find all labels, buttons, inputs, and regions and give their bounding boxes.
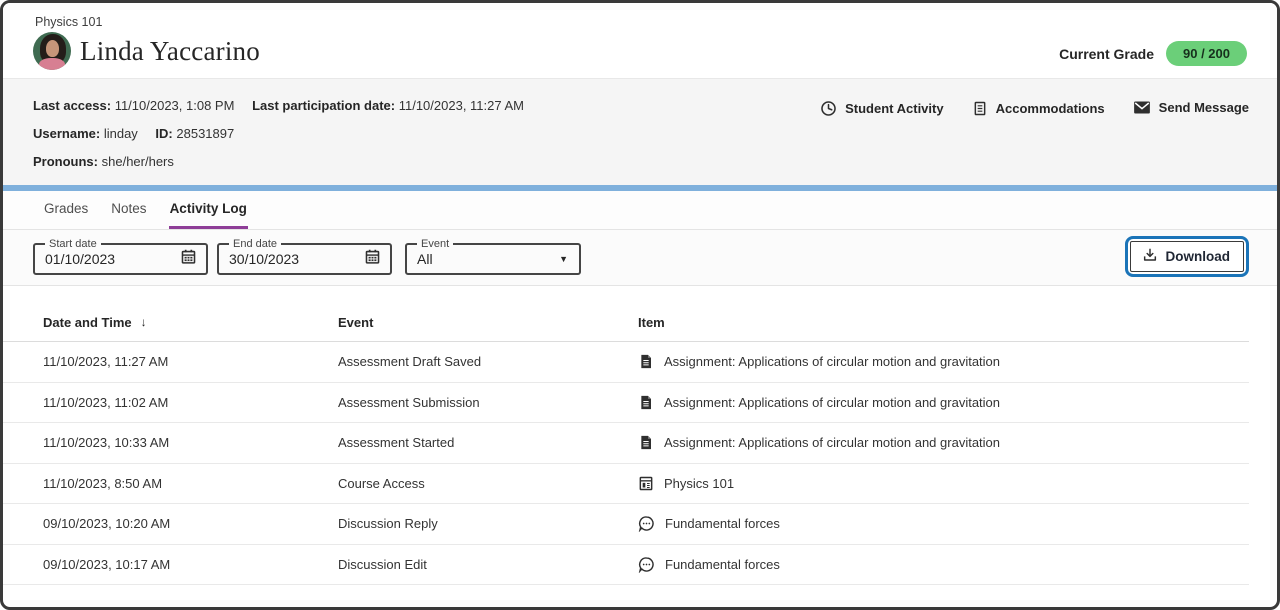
row-event: Discussion Edit: [338, 557, 638, 572]
accommodations-button[interactable]: Accommodations: [972, 100, 1105, 117]
page-title: Linda Yaccarino: [80, 36, 260, 67]
id-label: ID:: [155, 126, 172, 141]
student-identity: Physics 101 Linda Yaccarino: [33, 15, 260, 70]
student-detail-window: Physics 101 Linda Yaccarino Current Grad…: [0, 0, 1280, 610]
accommodations-label: Accommodations: [996, 101, 1105, 116]
send-message-button[interactable]: Send Message: [1133, 100, 1249, 115]
row-item-label: Fundamental forces: [665, 557, 780, 572]
table-row: 09/10/2023, 10:17 AM Discussion Edit Fun…: [3, 545, 1249, 586]
table-row: 11/10/2023, 11:02 AM Assessment Submissi…: [3, 383, 1249, 424]
row-item[interactable]: Assignment: Applications of circular mot…: [638, 434, 1249, 451]
pronouns-label: Pronouns:: [33, 154, 98, 169]
row-item[interactable]: Assignment: Applications of circular mot…: [638, 394, 1249, 411]
end-date-field[interactable]: End date 30/10/2023: [217, 239, 392, 275]
row-event: Discussion Reply: [338, 516, 638, 531]
row-event: Course Access: [338, 476, 638, 491]
row-item[interactable]: Physics 101: [638, 475, 1249, 492]
end-date-label: End date: [229, 239, 281, 250]
action-links: Student Activity Accommodations Send Mes…: [820, 98, 1249, 169]
send-message-label: Send Message: [1159, 100, 1249, 115]
event-select-label: Event: [417, 239, 453, 250]
row-item-label: Assignment: Applications of circular mot…: [664, 395, 1000, 410]
tab-grades[interactable]: Grades: [43, 191, 89, 229]
last-participation-label: Last participation date:: [252, 98, 395, 113]
student-details: Last access: 11/10/2023, 1:08 PM Last pa…: [33, 98, 538, 169]
row-datetime: 11/10/2023, 11:02 AM: [43, 395, 338, 410]
avatar[interactable]: [33, 32, 71, 70]
download-label: Download: [1166, 249, 1231, 264]
current-grade-label: Current Grade: [1059, 46, 1154, 62]
row-datetime: 11/10/2023, 10:33 AM: [43, 435, 338, 450]
student-info-bar: Last access: 11/10/2023, 1:08 PM Last pa…: [3, 78, 1277, 185]
table-body: 11/10/2023, 11:27 AM Assessment Draft Sa…: [3, 342, 1249, 585]
username-value: linday: [104, 126, 138, 141]
table-row: 11/10/2023, 10:33 AM Assessment Started …: [3, 423, 1249, 464]
download-highlight-annotation: Download: [1125, 236, 1250, 277]
last-access-value: 11/10/2023, 1:08 PM: [115, 98, 235, 113]
table-row: 09/10/2023, 10:20 AM Discussion Reply Fu…: [3, 504, 1249, 545]
sort-descending-icon[interactable]: ↓: [141, 315, 147, 329]
event-select[interactable]: Event All ▼: [405, 239, 581, 275]
row-datetime: 11/10/2023, 11:27 AM: [43, 354, 338, 369]
row-datetime: 11/10/2023, 8:50 AM: [43, 476, 338, 491]
end-date-value[interactable]: 30/10/2023: [229, 251, 299, 267]
table-header-row: Date and Time ↓ Event Item: [3, 303, 1249, 342]
row-item-label: Assignment: Applications of circular mot…: [664, 354, 1000, 369]
row-event: Assessment Draft Saved: [338, 354, 638, 369]
assignment-icon: [638, 394, 654, 411]
envelope-icon: [1133, 100, 1151, 115]
download-icon: [1142, 247, 1158, 266]
assignment-icon: [638, 434, 654, 451]
row-item-label: Physics 101: [664, 476, 734, 491]
calendar-icon[interactable]: [364, 248, 381, 270]
course-icon: [638, 475, 654, 492]
document-icon: [972, 100, 988, 117]
student-activity-button[interactable]: Student Activity: [820, 100, 943, 117]
start-date-label: Start date: [45, 239, 101, 250]
column-header-date-time[interactable]: Date and Time ↓: [43, 315, 338, 330]
row-item[interactable]: Fundamental forces: [638, 556, 1249, 573]
row-item[interactable]: Assignment: Applications of circular mot…: [638, 353, 1249, 370]
table-row: 11/10/2023, 11:27 AM Assessment Draft Sa…: [3, 342, 1249, 383]
row-event: Assessment Started: [338, 435, 638, 450]
last-participation-value: 11/10/2023, 11:27 AM: [399, 98, 524, 113]
event-select-value[interactable]: All: [417, 251, 433, 267]
row-item-label: Fundamental forces: [665, 516, 780, 531]
discussion-icon: [638, 515, 655, 532]
course-label: Physics 101: [35, 15, 260, 29]
row-event: Assessment Submission: [338, 395, 638, 410]
pronouns-value: she/her/hers: [102, 154, 174, 169]
grade-badge[interactable]: 90 / 200: [1166, 41, 1247, 66]
last-access-label: Last access:: [33, 98, 111, 113]
discussion-icon: [638, 556, 655, 573]
username-label: Username:: [33, 126, 100, 141]
filter-bar: Start date 01/10/2023 End date 30/10/202…: [3, 229, 1277, 286]
student-activity-label: Student Activity: [845, 101, 943, 116]
row-datetime: 09/10/2023, 10:20 AM: [43, 516, 338, 531]
row-datetime: 09/10/2023, 10:17 AM: [43, 557, 338, 572]
current-grade: Current Grade 90 / 200: [1059, 37, 1247, 70]
tab-bar: Grades Notes Activity Log: [3, 191, 1277, 229]
id-value: 28531897: [176, 126, 234, 141]
column-header-item: Item: [638, 315, 1249, 330]
tab-notes[interactable]: Notes: [110, 191, 147, 229]
row-item-label: Assignment: Applications of circular mot…: [664, 435, 1000, 450]
download-button[interactable]: Download: [1130, 241, 1245, 272]
row-item[interactable]: Fundamental forces: [638, 515, 1249, 532]
activity-log-table: Date and Time ↓ Event Item 11/10/2023, 1…: [3, 303, 1249, 585]
column-header-event: Event: [338, 315, 638, 330]
table-row: 11/10/2023, 8:50 AM Course Access Physic…: [3, 464, 1249, 505]
header: Physics 101 Linda Yaccarino Current Grad…: [3, 3, 1277, 78]
start-date-field[interactable]: Start date 01/10/2023: [33, 239, 208, 275]
dropdown-caret-icon[interactable]: ▼: [559, 254, 568, 264]
calendar-icon[interactable]: [180, 248, 197, 270]
tab-activity-log[interactable]: Activity Log: [169, 191, 248, 229]
clock-icon: [820, 100, 837, 117]
assignment-icon: [638, 353, 654, 370]
start-date-value[interactable]: 01/10/2023: [45, 251, 115, 267]
